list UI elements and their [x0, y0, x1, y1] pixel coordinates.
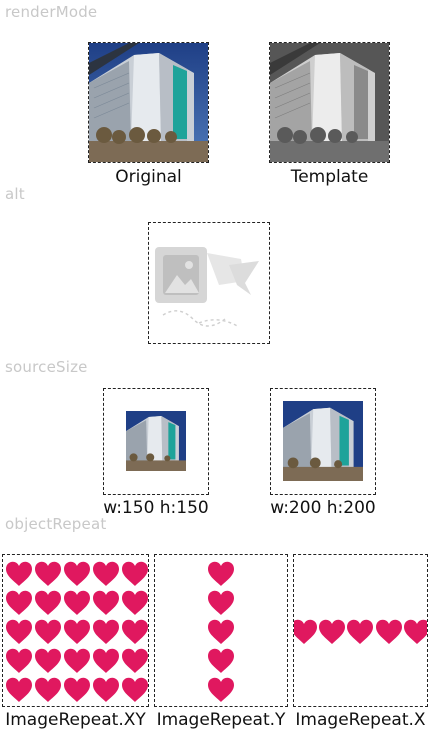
heart-icon [35, 590, 61, 615]
heart-icon [6, 590, 32, 615]
heart-icon [376, 619, 402, 644]
heart-icon [35, 677, 61, 702]
heart-icon [64, 619, 90, 644]
building-photo-original [89, 43, 208, 162]
heart-icon [208, 561, 234, 586]
heart-icon [93, 561, 119, 586]
heart-icon [93, 648, 119, 673]
repeat-y-caption: ImageRepeat.Y [156, 710, 286, 730]
repeat-x-hearts [294, 619, 427, 644]
repeat-xy-frame [2, 554, 149, 707]
repeat-x-frame [293, 554, 428, 707]
building-photo-template [270, 43, 389, 162]
building-photo-small [126, 411, 186, 471]
source-size-large-caption: w:200 h:200 [270, 498, 376, 518]
repeat-y-frame [154, 554, 288, 707]
heart-icon [93, 677, 119, 702]
original-image-frame [88, 42, 209, 163]
section-label-source-size: sourceSize [5, 358, 88, 376]
heart-icon [64, 648, 90, 673]
heart-icon [208, 590, 234, 615]
heart-icon [208, 677, 234, 702]
repeat-x-caption: ImageRepeat.X [295, 710, 426, 730]
repeat-xy-caption: ImageRepeat.XY [5, 710, 146, 730]
section-label-object-repeat: objectRepeat [5, 515, 107, 533]
source-size-large-frame [270, 388, 376, 495]
source-size-small-caption: w:150 h:150 [103, 498, 209, 518]
placeholder-image-icon [155, 247, 259, 328]
heart-icon [35, 561, 61, 586]
heart-icon [122, 619, 148, 644]
heart-icon [122, 677, 148, 702]
original-caption: Original [115, 167, 182, 187]
heart-icon [35, 648, 61, 673]
heart-icon [6, 648, 32, 673]
heart-icon [6, 619, 32, 644]
heart-icon [6, 677, 32, 702]
heart-icon [208, 619, 234, 644]
heart-icon [35, 619, 61, 644]
section-label-render-mode: renderMode [5, 3, 98, 21]
heart-icon [93, 590, 119, 615]
alt-image-frame [148, 222, 270, 344]
heart-icon [122, 590, 148, 615]
template-image-frame [269, 42, 390, 163]
heart-icon [294, 619, 317, 644]
heart-icon [64, 677, 90, 702]
repeat-xy-hearts [6, 561, 148, 702]
heart-icon [404, 619, 427, 644]
heart-icon [122, 561, 148, 586]
heart-icon [122, 648, 148, 673]
heart-icon [6, 561, 32, 586]
source-size-small-frame [103, 388, 209, 495]
repeat-y-hearts [208, 561, 234, 702]
section-label-alt: alt [5, 185, 25, 203]
heart-icon [93, 619, 119, 644]
building-photo-large [283, 401, 363, 481]
heart-icon [347, 619, 373, 644]
heart-icon [64, 590, 90, 615]
template-caption: Template [290, 167, 369, 187]
heart-icon [64, 561, 90, 586]
heart-icon [208, 648, 234, 673]
heart-icon [319, 619, 345, 644]
